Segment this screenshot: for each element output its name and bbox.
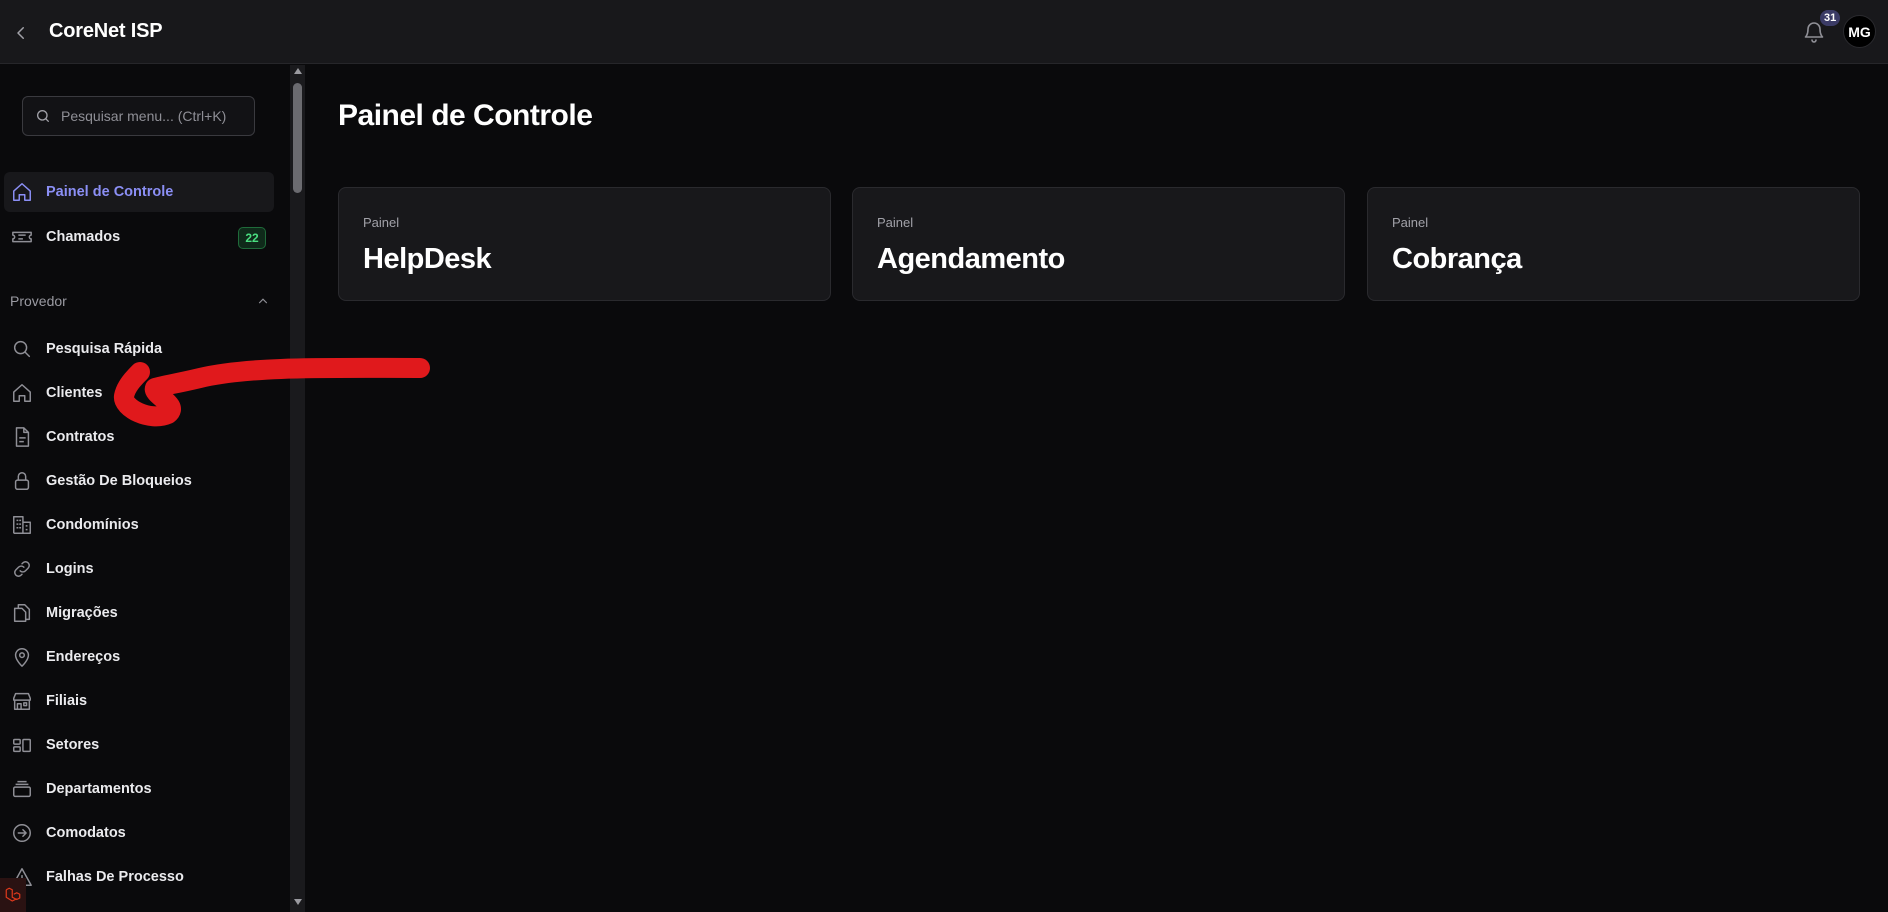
sidebar-item-label: Chamados xyxy=(46,229,121,245)
sidebar-item-label: Logins xyxy=(46,561,94,577)
sidebar-item-label: Departamentos xyxy=(46,781,152,797)
stack-icon xyxy=(10,777,34,801)
house-icon xyxy=(10,381,34,405)
sidebar: Painel de Controle Chamados 22 Provedor … xyxy=(0,65,290,912)
sectors-icon xyxy=(10,733,34,757)
card-title: HelpDesk xyxy=(363,243,492,275)
card-caption: Painel xyxy=(1392,215,1429,230)
sidebar-item-label: Setores xyxy=(46,737,100,753)
arrow-circle-icon xyxy=(10,821,34,845)
user-avatar[interactable]: MG xyxy=(1843,15,1876,48)
sidebar-item-label: Clientes xyxy=(46,385,103,401)
sidebar-item-label: Endereços xyxy=(46,649,121,665)
scroll-up-arrow[interactable] xyxy=(290,67,305,79)
building-icon xyxy=(10,513,34,537)
sidebar-item-chamados[interactable]: Chamados 22 xyxy=(4,217,274,257)
copy-icon xyxy=(10,601,34,625)
card-cobranca[interactable]: Painel Cobrança xyxy=(1367,187,1860,301)
sidebar-item-label: Filiais xyxy=(46,693,88,709)
sidebar-item-label: Comodatos xyxy=(46,825,126,841)
card-title: Cobrança xyxy=(1392,243,1522,275)
sidebar-item-condominios[interactable]: Condomínios xyxy=(4,505,274,545)
card-agendamento[interactable]: Painel Agendamento xyxy=(852,187,1345,301)
store-icon xyxy=(10,689,34,713)
sidebar-item-clientes[interactable]: Clientes xyxy=(4,373,274,413)
sidebar-item-logins[interactable]: Logins xyxy=(4,549,274,589)
sidebar-item-label: Condomínios xyxy=(46,517,139,533)
main-content: Painel de Controle Painel HelpDesk Paine… xyxy=(305,65,1888,912)
menu-search-box[interactable] xyxy=(22,96,255,136)
sidebar-item-label: Pesquisa Rápida xyxy=(46,341,163,357)
back-button[interactable] xyxy=(8,20,34,46)
search-icon xyxy=(37,110,49,122)
section-toggle-provedor[interactable]: Provedor xyxy=(10,289,270,313)
sidebar-item-filiais[interactable]: Filiais xyxy=(4,681,274,721)
sidebar-item-enderecos[interactable]: Endereços xyxy=(4,637,274,677)
top-bar: CoreNet ISP 31 MG xyxy=(0,0,1888,64)
chevron-up-icon xyxy=(258,298,268,304)
chevron-left-icon xyxy=(17,27,24,39)
sidebar-item-gestao-de-bloqueios[interactable]: Gestão De Bloqueios xyxy=(4,461,274,501)
chamados-count-badge: 22 xyxy=(238,227,266,249)
section-label: Provedor xyxy=(10,293,67,309)
menu-search-input[interactable] xyxy=(61,108,254,124)
scroll-thumb[interactable] xyxy=(293,83,302,193)
sidebar-item-label: Painel de Controle xyxy=(46,184,174,200)
lock-icon xyxy=(10,469,34,493)
sidebar-scrollbar[interactable] xyxy=(290,65,305,912)
sidebar-item-label: Falhas De Processo xyxy=(46,869,184,885)
sidebar-item-setores[interactable]: Setores xyxy=(4,725,274,765)
scroll-down-arrow[interactable] xyxy=(290,898,305,910)
notifications-count-badge: 31 xyxy=(1820,10,1841,26)
map-pin-icon xyxy=(10,645,34,669)
triangle-down-icon xyxy=(293,899,302,905)
triangle-up-icon xyxy=(293,68,302,74)
card-caption: Painel xyxy=(877,215,914,230)
sidebar-item-contratos[interactable]: Contratos xyxy=(4,417,274,457)
sidebar-item-label: Contratos xyxy=(46,429,115,445)
sidebar-item-departamentos[interactable]: Departamentos xyxy=(4,769,274,809)
sidebar-item-label: Gestão De Bloqueios xyxy=(46,473,192,489)
document-icon xyxy=(10,425,34,449)
sidebar-item-falhas-de-processo[interactable]: Falhas De Processo xyxy=(4,857,274,897)
sidebar-item-migracoes[interactable]: Migrações xyxy=(4,593,274,633)
search-icon xyxy=(10,337,34,361)
card-helpdesk[interactable]: Painel HelpDesk xyxy=(338,187,831,301)
sidebar-item-comodatos[interactable]: Comodatos xyxy=(4,813,274,853)
debug-bar-toggle[interactable] xyxy=(0,878,26,912)
sidebar-item-painel-de-controle[interactable]: Painel de Controle xyxy=(4,172,274,212)
card-caption: Painel xyxy=(363,215,400,230)
ticket-icon xyxy=(10,225,34,249)
sidebar-item-pesquisa-rapida[interactable]: Pesquisa Rápida xyxy=(4,329,274,369)
sidebar-item-label: Migrações xyxy=(46,605,118,621)
link-icon xyxy=(10,557,34,581)
laravel-logo-icon xyxy=(5,887,21,902)
page-title: Painel de Controle xyxy=(338,99,593,132)
app-title: CoreNet ISP xyxy=(49,20,163,42)
card-title: Agendamento xyxy=(877,243,1065,275)
home-icon xyxy=(10,180,34,204)
